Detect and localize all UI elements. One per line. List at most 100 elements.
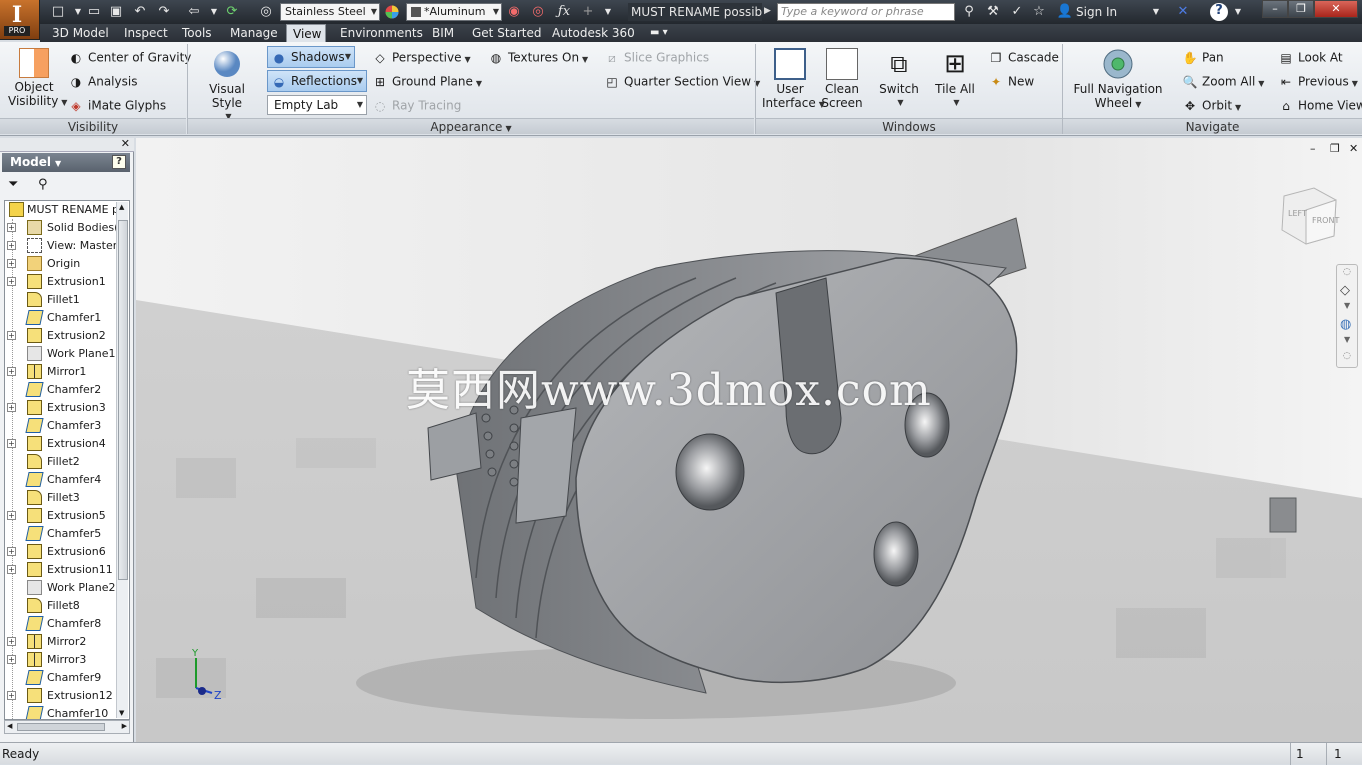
select-icon[interactable]: ◎ <box>258 4 274 20</box>
tree-expand-icon[interactable]: + <box>7 637 16 646</box>
tree-node[interactable]: Fillet3 <box>5 489 117 507</box>
tree-node[interactable]: Chamfer10 <box>5 705 117 719</box>
tree-expand-icon[interactable]: + <box>7 565 16 574</box>
return-icon[interactable]: ⇦ <box>186 4 202 20</box>
tree-node[interactable]: Chamfer1 <box>5 309 117 327</box>
filter-icon[interactable]: ⏷ <box>8 177 18 192</box>
slice-graphics-button[interactable]: ⧄ Slice Graphics <box>604 50 709 66</box>
tree-expand-icon[interactable]: + <box>7 259 16 268</box>
tree-expand-icon[interactable]: + <box>7 511 16 520</box>
tab-autodesk-360[interactable]: Autodesk 360 <box>546 24 641 42</box>
tree-node[interactable]: Chamfer3 <box>5 417 117 435</box>
ray-tracing-button[interactable]: ◌ Ray Tracing <box>372 98 462 114</box>
navbar-customize-icon[interactable]: ◌ <box>1343 351 1351 361</box>
tree-node[interactable]: + Extrusion4 <box>5 435 117 453</box>
communication-center-icon[interactable]: ⚒ <box>984 4 1002 20</box>
minimize-window-button[interactable]: – <box>1262 0 1288 18</box>
tree-node[interactable]: Chamfer9 <box>5 669 117 687</box>
tree-expand-icon[interactable]: + <box>7 547 16 556</box>
tab-environments[interactable]: Environments <box>334 24 429 42</box>
tree-node[interactable]: + Extrusion1 <box>5 273 117 291</box>
customize-dropdown-icon[interactable]: ▼ <box>600 4 616 20</box>
full-navigation-wheel-button[interactable]: Full Navigation Wheel ▼ <box>1068 48 1168 112</box>
tree-node[interactable]: Chamfer5 <box>5 525 117 543</box>
look-at-button[interactable]: ▤ Look At <box>1278 50 1342 66</box>
search-input[interactable]: Type a keyword or phrase <box>777 3 955 21</box>
tree-node[interactable]: + Mirror2 <box>5 633 117 651</box>
chevron-right-icon[interactable]: ▶ <box>764 6 771 16</box>
tree-node[interactable]: + Extrusion11 <box>5 561 117 579</box>
home-view-button[interactable]: ⌂ Home View <box>1278 98 1362 114</box>
cascade-button[interactable]: ❐ Cascade <box>988 50 1059 66</box>
binoculars-icon[interactable]: ⚲ <box>960 4 978 20</box>
update-icon[interactable]: ⟳ <box>224 4 240 20</box>
tree-node[interactable]: Fillet1 <box>5 291 117 309</box>
tree-node[interactable]: + Mirror3 <box>5 651 117 669</box>
scroll-down-icon[interactable]: ▼ <box>119 709 124 717</box>
tree-node[interactable]: Fillet8 <box>5 597 117 615</box>
clear-appearance-icon[interactable]: ◎ <box>530 4 546 20</box>
analysis-button[interactable]: ◑ Analysis <box>68 74 138 90</box>
viewport-restore-icon[interactable]: ❐ <box>1330 142 1340 155</box>
scroll-left-icon[interactable]: ◀ <box>7 722 12 730</box>
visual-style-button[interactable]: Visual Style ▼ <box>196 48 258 124</box>
tree-expand-icon[interactable]: + <box>7 277 16 286</box>
tree-expand-icon[interactable]: + <box>7 241 16 250</box>
tree-node[interactable]: Chamfer8 <box>5 615 117 633</box>
tree-horizontal-scrollbar[interactable]: ◀ ▶ <box>4 720 130 734</box>
help-icon[interactable]: ? <box>1210 3 1228 21</box>
user-interface-button[interactable]: User Interface ▼ <box>762 48 825 112</box>
new-window-button[interactable]: ✦ New <box>988 74 1034 90</box>
previous-view-button[interactable]: ⇤ Previous ▼ <box>1278 74 1358 91</box>
tree-expand-icon[interactable]: + <box>7 655 16 664</box>
tab-get-started[interactable]: Get Started <box>466 24 548 42</box>
adjust-appearance-icon[interactable]: ◉ <box>506 4 522 20</box>
open-icon[interactable]: ▭ <box>86 4 102 20</box>
browser-help-button[interactable]: ? <box>112 155 126 169</box>
switch-button[interactable]: ⧉ Switch ▼ <box>876 48 922 110</box>
find-binoculars-icon[interactable]: ⚲ <box>38 177 48 192</box>
restore-window-button[interactable]: ❐ <box>1288 0 1314 18</box>
tree-node[interactable]: Work Plane1 <box>5 345 117 363</box>
browser-header[interactable]: Model ▼ ? <box>2 153 130 172</box>
tree-node[interactable]: + Mirror1 <box>5 363 117 381</box>
tab-bim[interactable]: BIM <box>426 24 460 42</box>
tree-node[interactable]: Fillet2 <box>5 453 117 471</box>
tree-expand-icon[interactable]: + <box>7 403 16 412</box>
help-dropdown-icon[interactable]: ▼ <box>1232 4 1244 20</box>
reflections-button[interactable]: ◒ Reflections ▼ <box>267 70 367 92</box>
pan-button[interactable]: ✋ Pan <box>1182 50 1224 66</box>
tree-expand-icon[interactable]: + <box>7 691 16 700</box>
graphics-viewport[interactable]: LEFT FRONT Y Z – ❐ ✕ ◌ ◇ ▼ ◍ ▼ ◌ 莫西网www.… <box>136 138 1362 742</box>
navbar-orbit-icon[interactable]: ◍ <box>1340 317 1351 332</box>
navbar-options-icon[interactable]: ◌ <box>1343 267 1351 277</box>
textures-on-button[interactable]: ◍ Textures On ▼ <box>488 50 588 67</box>
navbar-wheel-icon[interactable]: ◇ <box>1340 283 1350 298</box>
viewcube-front-face-label[interactable]: FRONT <box>1312 216 1339 225</box>
favorites-icon[interactable]: ☆ <box>1030 4 1048 20</box>
return-dropdown-icon[interactable]: ▼ <box>206 4 222 20</box>
tab-manage[interactable]: Manage <box>224 24 284 42</box>
tree-node[interactable]: + Origin <box>5 255 117 273</box>
shadows-button[interactable]: ● Shadows ▼ <box>267 46 355 68</box>
sign-in-dropdown-icon[interactable]: ▼ <box>1150 4 1162 20</box>
tab-view[interactable]: View <box>286 24 326 42</box>
new-document-icon[interactable]: □ <box>50 4 66 20</box>
viewport-close-icon[interactable]: ✕ <box>1349 142 1358 155</box>
navbar-orbit-dropdown-icon[interactable]: ▼ <box>1344 335 1350 344</box>
new-dropdown-icon[interactable]: ▼ <box>70 4 86 20</box>
application-menu-button[interactable]: I PRO <box>0 0 40 40</box>
browser-grip[interactable]: ✕ <box>0 137 134 152</box>
orbit-button[interactable]: ✥ Orbit ▼ <box>1182 98 1241 115</box>
tile-all-button[interactable]: ⊞ Tile All ▼ <box>932 48 978 110</box>
tree-expand-icon[interactable]: + <box>7 367 16 376</box>
scroll-up-icon[interactable]: ▲ <box>119 203 124 211</box>
iLogic-icon[interactable]: + <box>580 4 596 20</box>
viewcube-left-face-label[interactable]: LEFT <box>1288 209 1307 218</box>
object-visibility-button[interactable]: Object Visibility ▼ <box>8 48 67 110</box>
clean-screen-button[interactable]: Clean Screen <box>820 48 864 110</box>
parameters-icon[interactable]: ƒx <box>556 4 572 20</box>
tree-expand-icon[interactable]: + <box>7 331 16 340</box>
tab-tools[interactable]: Tools <box>176 24 218 42</box>
tree-node[interactable]: + Extrusion2 <box>5 327 117 345</box>
